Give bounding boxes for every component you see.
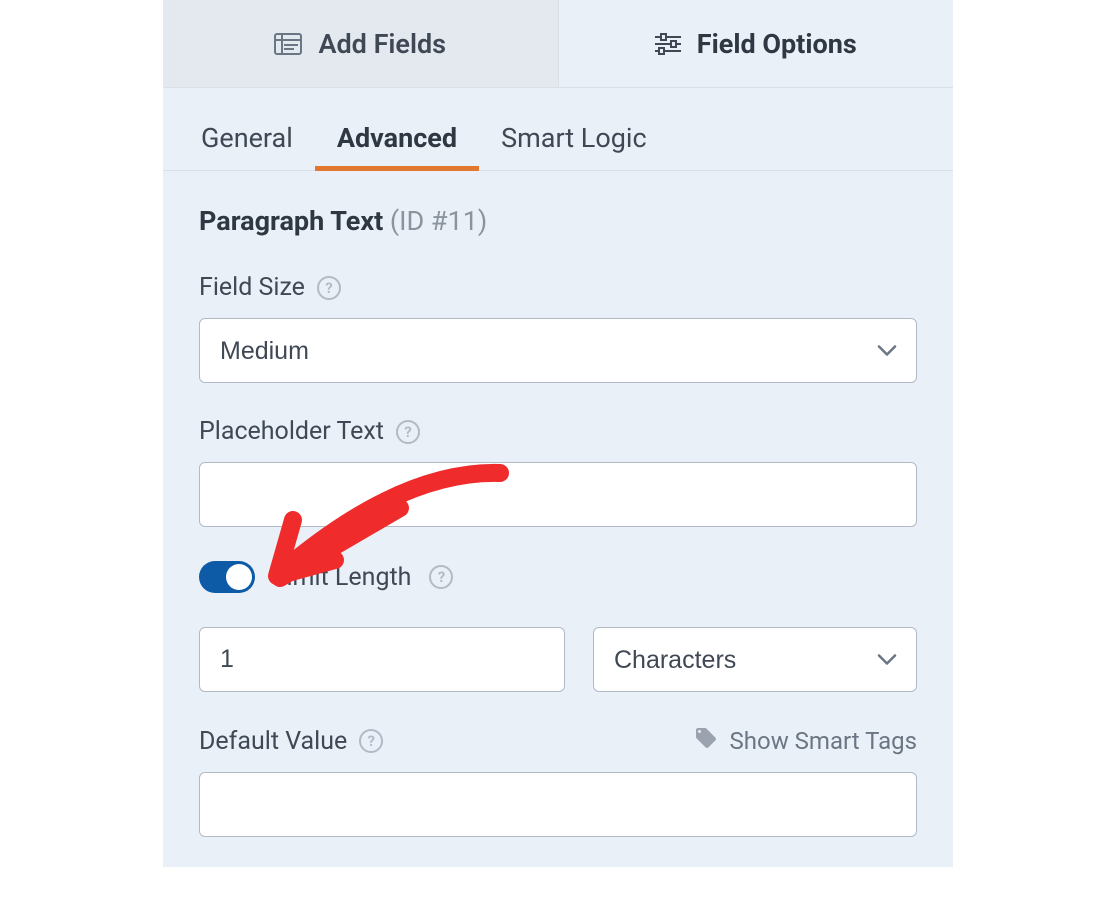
placeholder-text-label-row: Placeholder Text ?: [199, 417, 917, 446]
limit-length-inputs: Characters: [199, 627, 917, 692]
form-fields-icon: [274, 33, 302, 55]
field-id: (ID #11): [390, 205, 487, 237]
tab-add-fields[interactable]: Add Fields: [163, 0, 559, 87]
default-value-label-row: Default Value ?: [199, 727, 383, 756]
show-smart-tags-link[interactable]: Show Smart Tags: [694, 726, 917, 756]
sliders-icon: [655, 32, 681, 56]
default-value-group: Default Value ? Show Smart Tags: [199, 726, 917, 837]
help-icon[interactable]: ?: [317, 276, 341, 300]
help-icon[interactable]: ?: [429, 565, 453, 589]
placeholder-text-label: Placeholder Text: [199, 417, 384, 446]
field-name: Paragraph Text: [199, 205, 383, 237]
field-title: Paragraph Text (ID #11): [199, 205, 917, 237]
limit-number-input[interactable]: [199, 627, 565, 692]
tab-add-fields-label: Add Fields: [318, 28, 446, 60]
options-content: Paragraph Text (ID #11) Field Size ? Med…: [163, 171, 953, 867]
limit-length-toggle[interactable]: [199, 561, 255, 593]
help-icon[interactable]: ?: [396, 420, 420, 444]
limit-length-label: Limit Length: [273, 563, 411, 592]
tag-icon: [694, 726, 718, 756]
sub-tab-general[interactable]: General: [199, 112, 315, 170]
tab-field-options-label: Field Options: [697, 28, 857, 60]
top-tabs: Add Fields Field Options: [163, 0, 953, 88]
limit-unit-select[interactable]: Characters: [593, 627, 917, 692]
placeholder-text-group: Placeholder Text ?: [199, 417, 917, 527]
default-value-label: Default Value: [199, 727, 347, 756]
field-options-panel: Add Fields Field Options General Advance…: [163, 0, 953, 867]
sub-tab-advanced[interactable]: Advanced: [315, 112, 479, 170]
field-size-select[interactable]: Medium: [199, 318, 917, 383]
field-size-label-row: Field Size ?: [199, 273, 917, 302]
field-size-group: Field Size ? Medium: [199, 273, 917, 383]
limit-unit-select-wrap: Characters: [593, 627, 917, 692]
sub-tab-smart-logic[interactable]: Smart Logic: [479, 112, 669, 170]
tab-field-options[interactable]: Field Options: [559, 0, 954, 87]
toggle-knob: [226, 564, 252, 590]
placeholder-text-input[interactable]: [199, 462, 917, 527]
default-value-input[interactable]: [199, 772, 917, 837]
show-smart-tags-label: Show Smart Tags: [730, 727, 917, 755]
field-size-select-wrap: Medium: [199, 318, 917, 383]
field-size-label: Field Size: [199, 273, 305, 302]
sub-tabs: General Advanced Smart Logic: [163, 88, 953, 171]
limit-length-toggle-row: Limit Length ?: [199, 561, 917, 593]
help-icon[interactable]: ?: [359, 729, 383, 753]
